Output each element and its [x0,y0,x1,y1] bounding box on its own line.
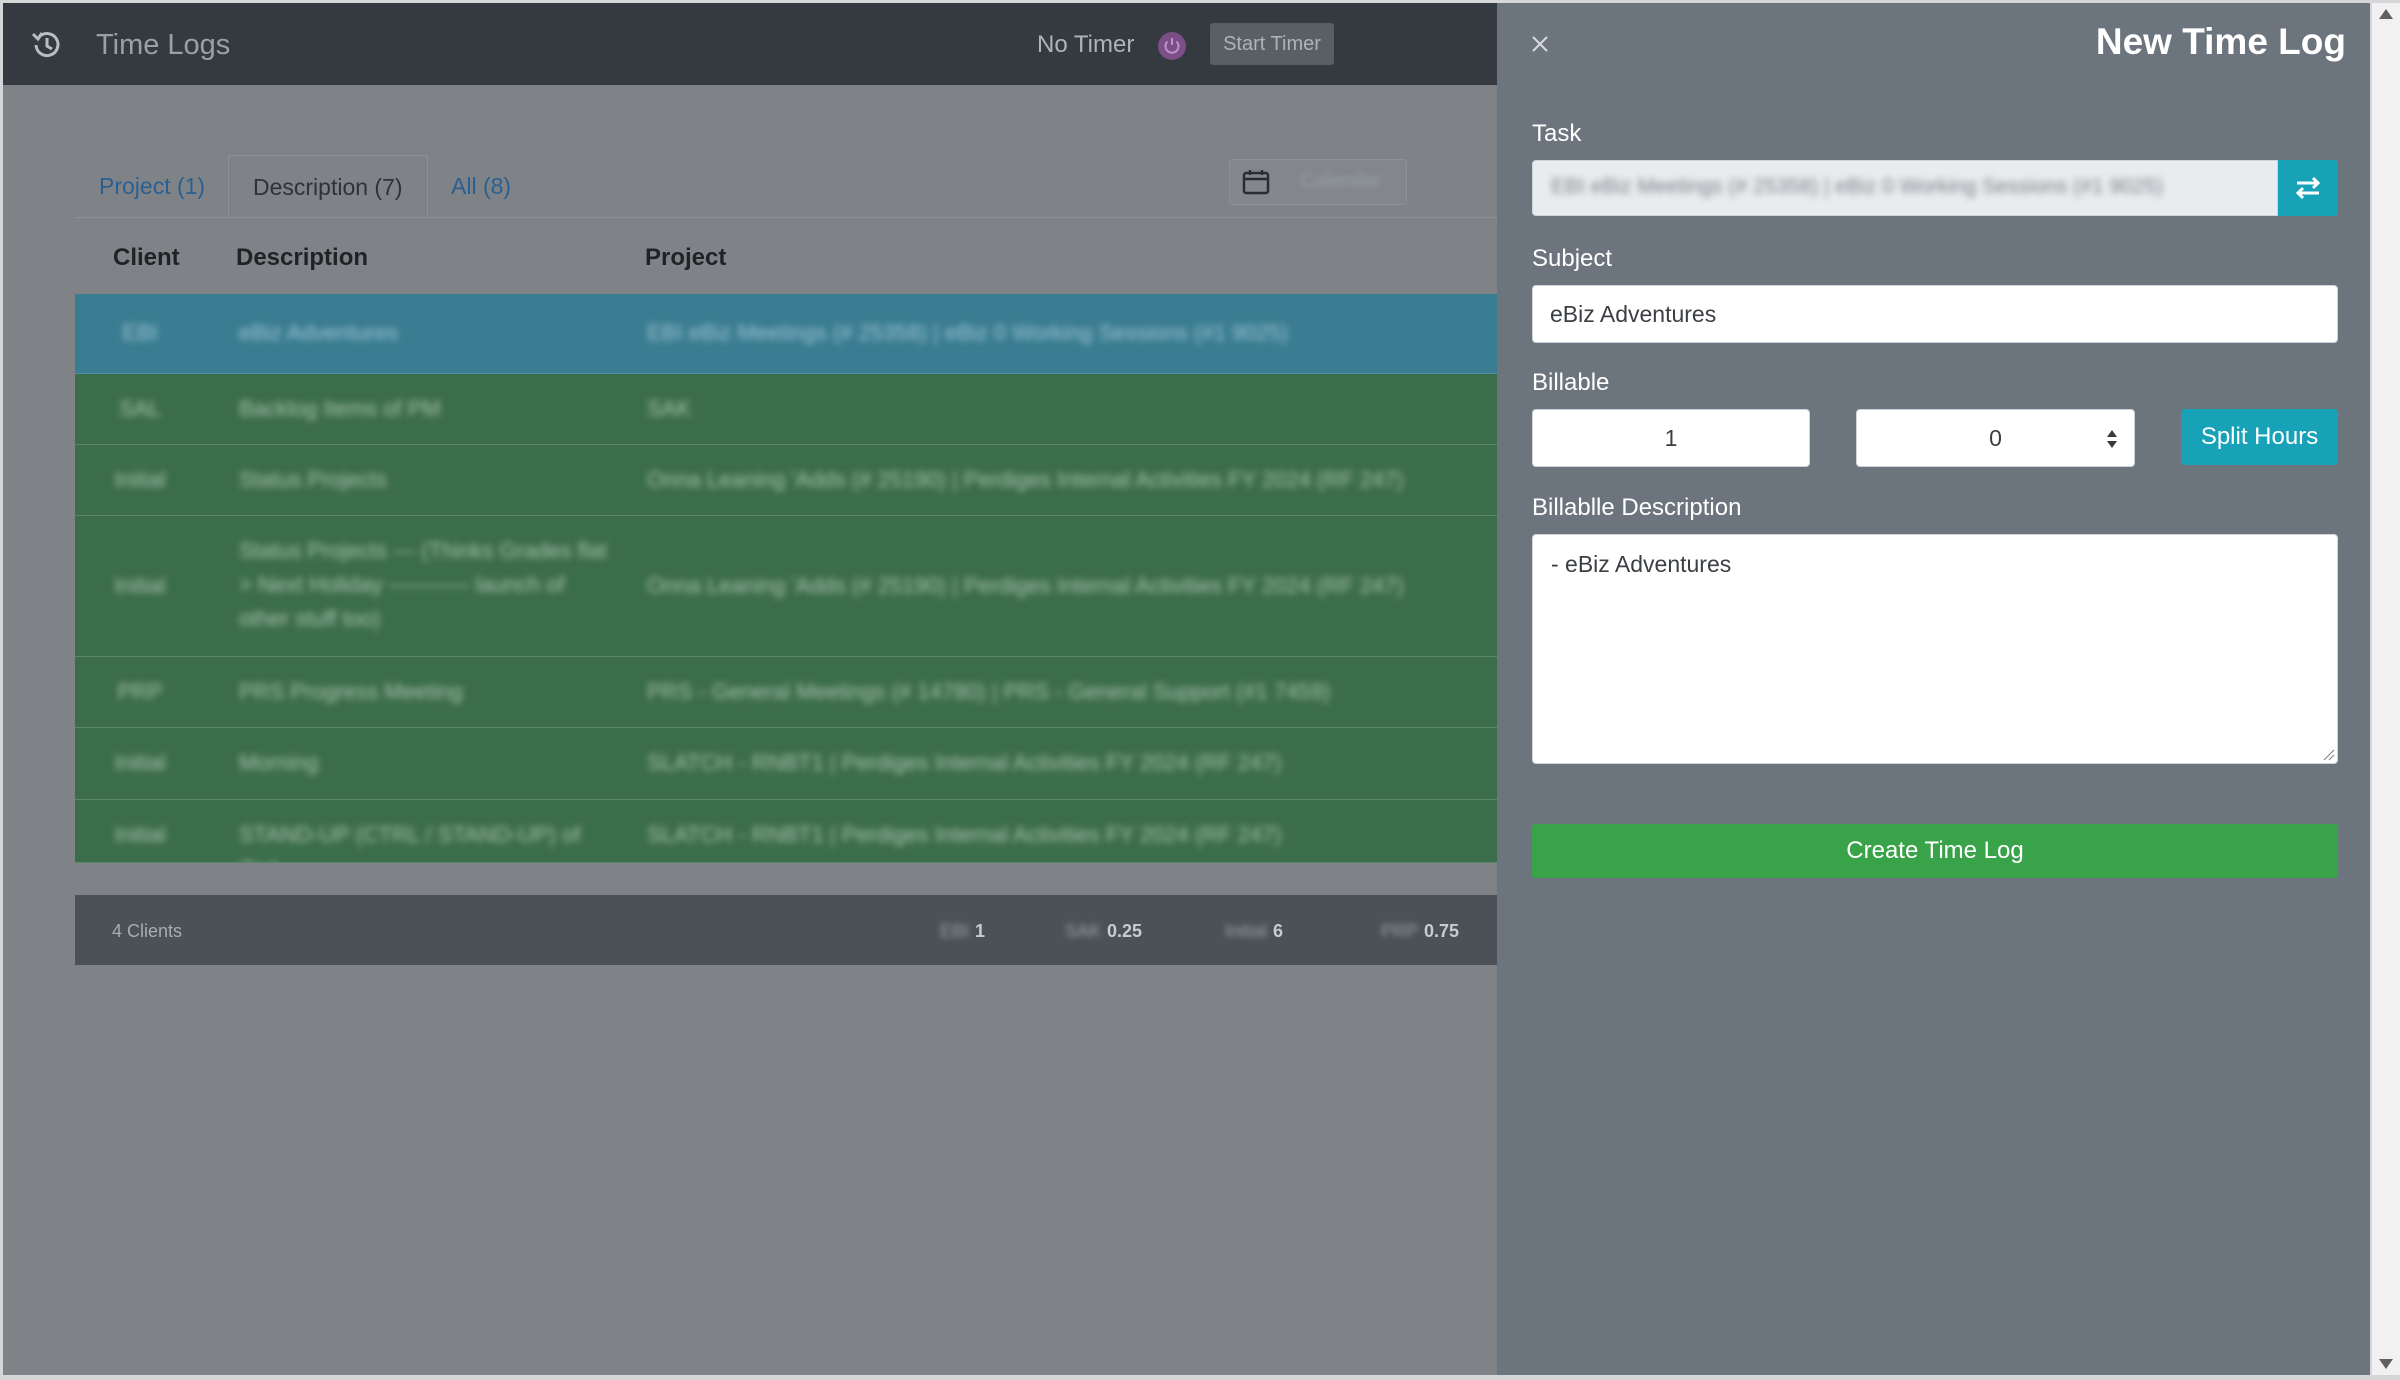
billable-description-textarea[interactable]: - eBiz Adventures [1532,534,2338,764]
footer-stat: SAK 0.25 [1065,921,1142,942]
calendar-icon [1242,170,1270,195]
timer-status: No Timer [1037,31,1135,58]
subject-label: Subject [1532,245,1613,272]
stat-key: EBI [940,921,970,941]
table-row[interactable]: EBI eBiz Adventures EBI eBiz Meetings (#… [75,294,1499,374]
select-arrows-icon [2107,430,2117,448]
cell-client: Initial [114,822,166,847]
cell-description: PRS Progress Meeting [239,679,463,704]
cell-client: EBI [122,320,158,345]
close-icon[interactable] [1527,31,1553,57]
app-window: Time Logs No Timer Start Timer Project (… [3,3,2370,1375]
power-icon[interactable] [1158,32,1186,60]
cell-project: SLATCH - RNBT1 | Perdiges Internal Activ… [647,750,1282,775]
cell-description: STAND-UP (CTRL / STAND-UP) of Owl [239,822,581,862]
footer-stat: PRP 0.75 [1381,921,1459,942]
create-time-log-button[interactable]: Create Time Log [1532,824,2338,878]
scroll-down-icon[interactable] [2379,1359,2393,1369]
stat-value: 0.25 [1107,921,1143,941]
footer-stat: Initial 6 [1225,921,1283,942]
tab-all[interactable]: All (8) [427,155,535,217]
cell-client: Initial [114,467,166,492]
stat-key: Initial [1225,921,1268,941]
billable-description-label: Billablle Description [1532,494,1742,521]
cell-description: Status Projects [239,467,387,492]
billable-label: Billable [1532,369,1610,396]
cell-client: Initial [114,573,166,598]
date-filter[interactable]: Calendar [1229,159,1407,205]
stat-key: SAK [1065,921,1102,941]
billable-hours-input[interactable]: 1 [1532,409,1810,467]
cell-description: Status Projects --- (Thinks Grades flat … [239,538,607,631]
cell-project: EBI eBiz Meetings (# 25358) | eBiz 0 Wor… [647,320,1289,345]
stat-value: 6 [1273,921,1284,941]
tab-project[interactable]: Project (1) [75,155,229,217]
swap-task-button[interactable] [2278,160,2338,216]
table-row[interactable]: Initial Morning SLATCH - RNBT1 | Perdige… [75,728,1499,800]
cell-project: Onna Leaning 'Adds (# 25190) | Perdiges … [647,467,1404,492]
subject-input[interactable]: eBiz Adventures [1532,285,2338,343]
date-filter-value: Calendar [1300,170,1382,192]
footer-stat: EBI 1 [940,921,985,942]
history-icon[interactable] [27,25,67,65]
stat-value: 1 [975,921,986,941]
cell-description: Morning [239,750,319,775]
split-hours-button[interactable]: Split Hours [2181,409,2338,465]
tab-description[interactable]: Description (7) [228,155,428,217]
page-title: Time Logs [96,29,231,61]
billable-description-value: - eBiz Adventures [1551,551,1732,577]
cell-client: SAL [119,396,161,421]
page-scrollbar[interactable] [2372,3,2400,1375]
panel-title: New Time Log [2095,21,2346,62]
cell-description: eBiz Adventures [239,320,398,345]
swap-icon [2295,176,2321,200]
start-timer-button[interactable]: Start Timer [1210,23,1334,65]
cell-description: Backlog Items of PM [239,396,441,421]
scroll-up-icon[interactable] [2379,9,2393,19]
task-value: EBI eBiz Meetings (# 25358) | eBiz 0 Wor… [1551,175,2164,198]
new-time-log-panel: New Time Log Task EBI eBiz Meetings (# 2… [1497,3,2370,1375]
billable-minutes-select[interactable]: 0 [1856,409,2135,467]
table-row[interactable]: Initial STAND-UP (CTRL / STAND-UP) of Ow… [75,800,1499,863]
stat-key: PRP [1381,921,1419,941]
cell-client: PRP [117,679,163,704]
resize-grip-icon[interactable] [2321,747,2335,761]
cell-client: Initial [114,750,166,775]
table-row[interactable]: Initial Status Projects --- (Thinks Grad… [75,516,1499,657]
task-field[interactable]: EBI eBiz Meetings (# 25358) | eBiz 0 Wor… [1532,160,2278,216]
minutes-value: 0 [1989,425,2002,451]
cell-project: SLATCH - RNBT1 | Perdiges Internal Activ… [647,822,1282,847]
table-footer: 4 Clients EBI 1 SAK 0.25 Initial 6 PRP 0.75 [75,895,1499,965]
table-row[interactable]: SAL Backlog Items of PM SAK [75,374,1499,445]
table-row[interactable]: PRP PRS Progress Meeting PRS - General M… [75,657,1499,728]
column-header-client[interactable]: Client [113,244,180,272]
client-count: 4 Clients [112,921,183,941]
cell-project: Onna Leaning 'Adds (# 25190) | Perdiges … [647,573,1404,598]
task-label: Task [1532,120,1582,147]
stat-value: 0.75 [1424,921,1460,941]
cell-project: SAK [647,396,692,421]
cell-project: PRS - General Meetings (# 14780) | PRS -… [647,679,1331,704]
table-row[interactable]: Initial Status Projects Onna Leaning 'Ad… [75,445,1499,516]
column-header-description[interactable]: Description [236,244,368,272]
column-header-project[interactable]: Project [645,244,726,272]
power-glyph-icon [1164,38,1180,54]
